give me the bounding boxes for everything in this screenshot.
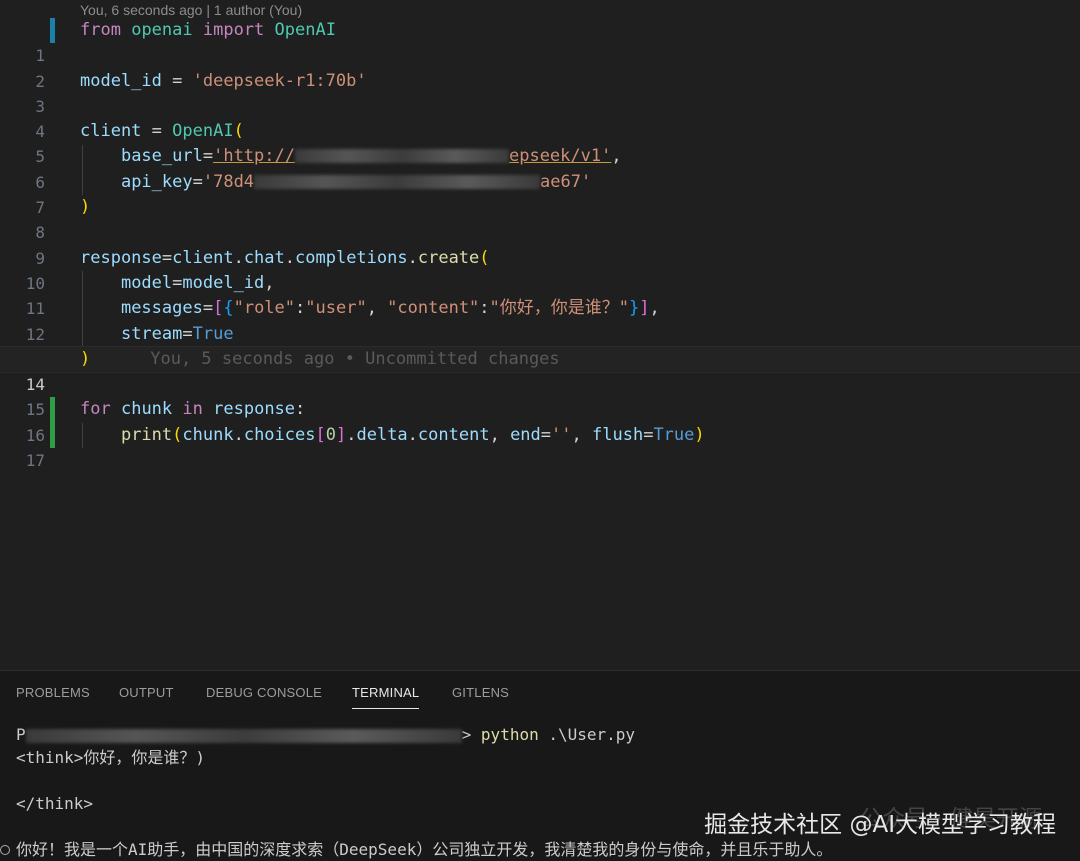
tab-problems[interactable]: PROBLEMS [16,671,90,715]
redacted-text [254,174,541,189]
code-line[interactable]: 1 from openai import OpenAI [0,18,1080,65]
code-line-current[interactable]: 14 ) You, 5 seconds ago • Uncommitted cha… [0,345,1080,394]
inline-blame-annotation[interactable]: You, 5 seconds ago • Uncommitted changes [150,349,559,369]
code-line[interactable]: 11 model=model_id, [0,271,1080,318]
watermark: 掘金技术社区 @AI大模型学习教程 [704,812,1056,838]
code-line[interactable]: 13 stream=True [0,322,1080,369]
terminal-line: 你好！我是一个AI助手，由中国的深度求索（DeepSeek）公司独立开发，我清楚… [16,840,833,859]
tab-debug-console[interactable]: DEBUG CONSOLE [206,671,322,715]
code-line[interactable]: 12 messages=[{"role":"user", "content":"… [0,296,1080,343]
tab-output[interactable]: OUTPUT [119,671,174,715]
code-line[interactable]: 7 api_key='78d4 ae67' [0,170,1080,217]
code-line[interactable]: 4 [0,94,1080,141]
circle-icon [0,845,10,855]
code-line[interactable]: 17 print(chunk.choices[0].delta.content,… [0,422,1080,470]
tab-terminal[interactable]: TERMINAL [352,671,420,715]
code-line[interactable]: 8 ) [0,195,1080,242]
terminal-line: P > python .\User.py [16,725,636,744]
terminal-output[interactable]: P > python .\User.py <think>你好，你是谁？) </th… [16,723,1076,861]
gutter-added-marker[interactable] [50,422,55,449]
code-editor[interactable]: You, 6 seconds ago | 1 author (You) 1 fr… [0,0,1080,670]
code-line[interactable]: 16 for chunk in response: [0,397,1080,445]
gutter-added-marker[interactable] [50,397,55,423]
gutter-modified-marker[interactable] [50,18,55,44]
code-line[interactable]: 3 model_id = 'deepseek-r1:70b' [0,69,1080,116]
code-lines: 1 from openai import OpenAI 2 3 model_id… [0,18,1080,470]
git-blame-codelens[interactable]: You, 6 seconds ago | 1 author (You) [80,0,302,20]
redacted-text [25,728,462,743]
code-line[interactable]: 15 [0,372,1080,419]
code-line[interactable]: 9 [0,220,1080,268]
code-line[interactable]: 5 client = OpenAI( [0,119,1080,166]
terminal-line: <think>你好，你是谁？) [16,748,206,767]
code-line[interactable]: 2 [0,43,1080,91]
panel-tabs: PROBLEMS OUTPUT DEBUG CONSOLE TERMINAL G… [0,671,1080,715]
code-line[interactable]: 6 base_url='http://epseek/v1', [0,144,1080,191]
line-number: 17 [25,451,45,471]
bottom-panel: PROBLEMS OUTPUT DEBUG CONSOLE TERMINAL G… [0,670,1080,861]
tab-gitlens[interactable]: GITLENS [452,671,509,715]
code-line[interactable]: 10 response=client.chat.completions.crea… [0,246,1080,293]
redacted-text [294,149,509,164]
